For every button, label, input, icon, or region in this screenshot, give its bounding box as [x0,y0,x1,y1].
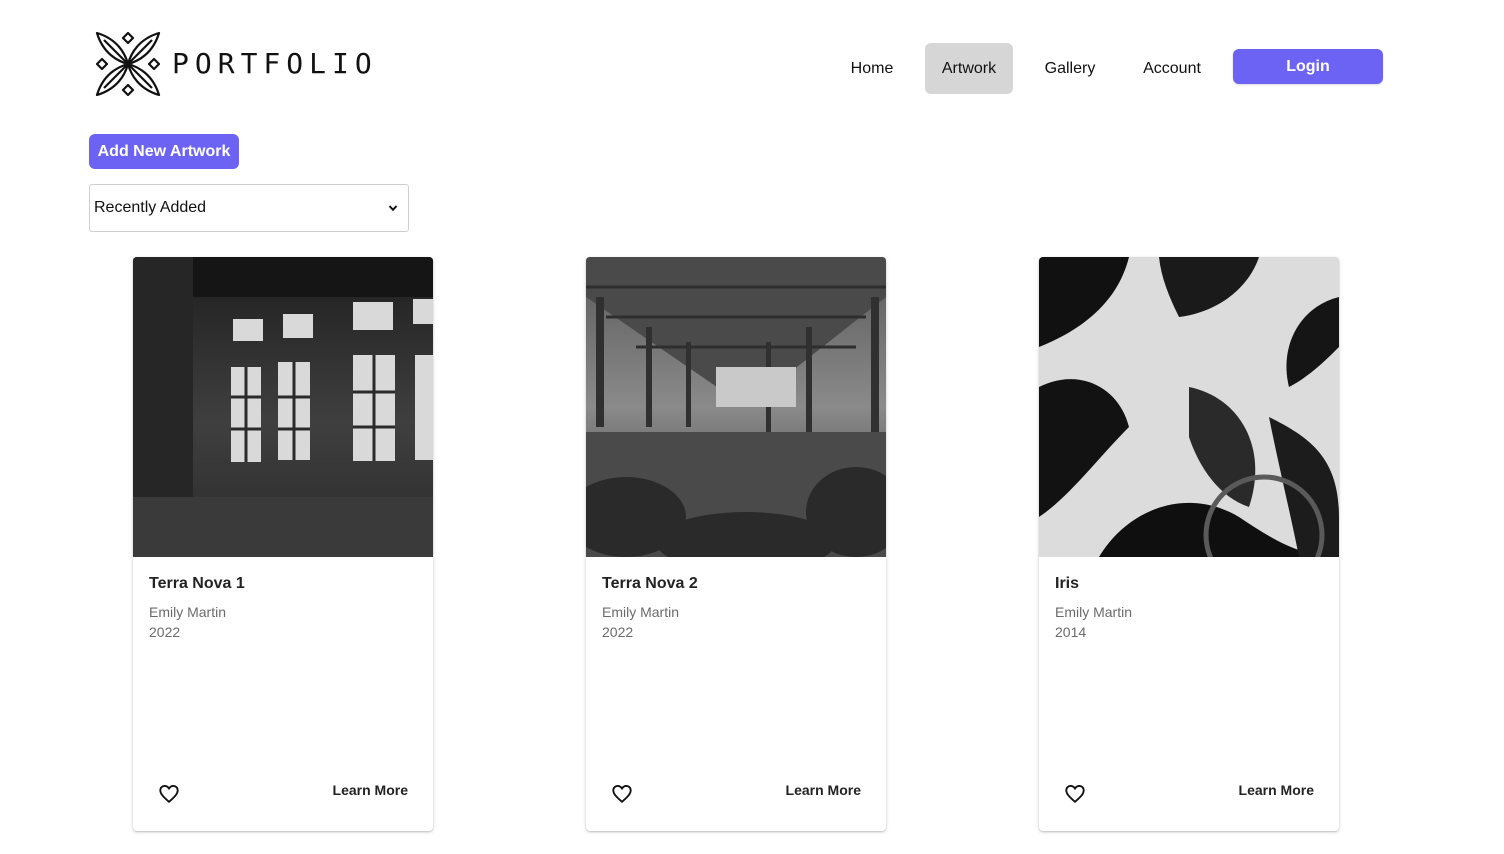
artwork-card[interactable]: Iris Emily Martin 2014 Learn More [1039,257,1339,831]
artwork-image[interactable] [1039,257,1339,557]
artwork-year: 2022 [149,624,181,640]
artwork-year: 2022 [602,624,634,640]
artwork-year: 2014 [1055,624,1087,640]
artwork-image[interactable] [133,257,433,557]
artwork-title: Iris [1055,575,1080,592]
heart-icon[interactable] [1064,783,1086,805]
artwork-card[interactable]: Terra Nova 1 Emily Martin 2022 Learn Mor… [133,257,433,831]
artwork-image[interactable] [586,257,886,557]
nav-artwork[interactable]: Artwork [925,43,1013,94]
nav-gallery[interactable]: Gallery [1030,43,1110,94]
page: PORTFOLIO Home Artwork Gallery Account L… [0,0,1504,854]
sort-selected-value: Recently Added [94,199,207,216]
chevron-down-icon [388,205,398,212]
artwork-title: Terra Nova 2 [602,575,698,592]
nav-home[interactable]: Home [832,43,912,94]
learn-more-link[interactable]: Learn More [786,782,861,798]
artwork-artist: Emily Martin [602,604,680,620]
login-button[interactable]: Login [1233,49,1383,84]
learn-more-link[interactable]: Learn More [1239,782,1314,798]
learn-more-link[interactable]: Learn More [333,782,408,798]
artwork-title: Terra Nova 1 [149,575,245,592]
heart-icon[interactable] [611,783,633,805]
sort-select[interactable]: Recently Added [89,184,409,232]
heart-icon[interactable] [158,783,180,805]
artwork-artist: Emily Martin [149,604,227,620]
nav-account[interactable]: Account [1128,43,1216,94]
artwork-artist: Emily Martin [1055,604,1133,620]
artwork-card[interactable]: Terra Nova 2 Emily Martin 2022 Learn Mor… [586,257,886,831]
add-artwork-button[interactable]: Add New Artwork [89,134,239,169]
